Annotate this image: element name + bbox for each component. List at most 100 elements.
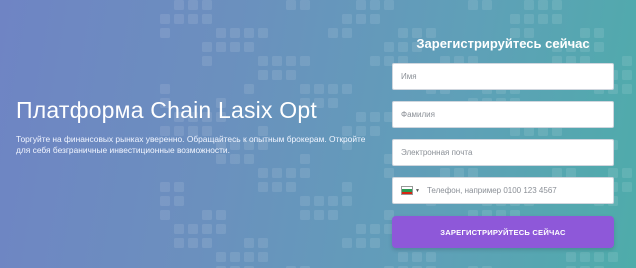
hero-section: Платформа Chain Lasix Opt Торгуйте на фи… <box>16 96 376 156</box>
background-grid-cell <box>398 252 408 262</box>
background-grid-cell <box>244 84 254 94</box>
background-grid-cell <box>174 196 184 206</box>
background-grid-cell <box>174 224 184 234</box>
background-grid-cell <box>370 238 380 248</box>
last-name-input[interactable] <box>401 110 605 119</box>
email-field-wrapper <box>392 139 614 166</box>
background-grid-cell <box>286 168 296 178</box>
first-name-field-wrapper <box>392 63 614 90</box>
background-grid-cell <box>426 252 436 262</box>
registration-form: Зарегистрируйтесь сейчас ▼ ЗАРЕГИСТРИРУЙ… <box>392 36 614 248</box>
chevron-down-icon: ▼ <box>415 187 420 194</box>
background-grid-cell <box>342 182 352 192</box>
background-grid-cell <box>216 224 226 234</box>
background-grid-cell <box>300 196 310 206</box>
background-grid-cell <box>244 42 254 52</box>
background-grid-cell <box>286 70 296 80</box>
background-grid-cell <box>286 56 296 66</box>
background-grid-cell <box>356 0 366 10</box>
background-grid-cell <box>230 252 240 262</box>
background-grid-cell <box>258 28 268 38</box>
background-grid-cell <box>202 224 212 234</box>
background-grid-cell <box>468 0 478 10</box>
background-grid-cell <box>286 182 296 192</box>
background-grid-cell <box>160 196 170 206</box>
background-grid-cell <box>552 0 562 10</box>
background-grid-cell <box>482 0 492 10</box>
background-grid-cell <box>328 210 338 220</box>
background-grid-cell <box>370 14 380 24</box>
country-selector[interactable]: ▼ <box>401 186 420 195</box>
background-grid-cell <box>160 182 170 192</box>
background-grid-cell <box>160 210 170 220</box>
background-grid-cell <box>314 210 324 220</box>
background-grid-cell <box>370 0 380 10</box>
background-grid-cell <box>272 168 282 178</box>
background-grid-cell <box>244 238 254 248</box>
background-grid-cell <box>160 84 170 94</box>
background-grid-cell <box>622 84 632 94</box>
background-grid-cell <box>622 182 632 192</box>
phone-input[interactable] <box>426 186 605 195</box>
bg-flag-icon <box>401 186 413 195</box>
background-grid-cell <box>174 182 184 192</box>
background-grid-cell <box>622 168 632 178</box>
hero-description: Торгуйте на финансовых рынках уверенно. … <box>16 134 366 155</box>
background-grid-cell <box>566 252 576 262</box>
background-grid-cell <box>202 42 212 52</box>
background-grid-cell <box>272 56 282 66</box>
background-grid-cell <box>216 28 226 38</box>
background-grid-cell <box>174 0 184 10</box>
background-grid-cell <box>552 14 562 24</box>
background-grid-cell <box>580 252 590 262</box>
background-grid-cell <box>314 196 324 206</box>
background-grid-cell <box>370 224 380 234</box>
email-input[interactable] <box>401 148 605 157</box>
background-grid-cell <box>622 70 632 80</box>
background-grid-cell <box>174 238 184 248</box>
background-grid-cell <box>412 252 422 262</box>
background-grid-cell <box>216 210 226 220</box>
background-grid-cell <box>342 14 352 24</box>
background-grid-cell <box>300 56 310 66</box>
background-grid-cell <box>356 224 366 234</box>
background-grid-cell <box>174 14 184 24</box>
background-grid-cell <box>608 252 618 262</box>
background-grid-cell <box>160 14 170 24</box>
background-grid-cell <box>342 196 352 206</box>
background-grid-cell <box>356 238 366 248</box>
background-grid-cell <box>258 168 268 178</box>
background-grid-cell <box>188 224 198 234</box>
background-grid-cell <box>230 28 240 38</box>
page-title: Платформа Chain Lasix Opt <box>16 97 317 123</box>
background-grid-cell <box>202 210 212 220</box>
background-grid-cell <box>188 14 198 24</box>
background-grid-cell <box>230 42 240 52</box>
background-grid-cell <box>216 252 226 262</box>
background-grid-cell <box>258 56 268 66</box>
phone-field-wrapper: ▼ <box>392 177 614 204</box>
background-grid-cell <box>300 84 310 94</box>
background-grid-cell <box>342 84 352 94</box>
background-grid-cell <box>524 0 534 10</box>
background-grid-cell <box>510 14 520 24</box>
background-grid-cell <box>258 238 268 248</box>
background-grid-cell <box>342 238 352 248</box>
first-name-input[interactable] <box>401 72 605 81</box>
background-grid-cell <box>538 0 548 10</box>
register-submit-button[interactable]: ЗАРЕГИСТРИРУЙТЕСЬ СЕЙЧАС <box>392 216 614 248</box>
background-grid-cell <box>622 56 632 66</box>
background-grid-cell <box>342 28 352 38</box>
background-grid-cell <box>524 14 534 24</box>
background-grid-cell <box>594 252 604 262</box>
background-grid-cell <box>272 70 282 80</box>
background-grid-cell <box>258 252 268 262</box>
background-grid-cell <box>300 168 310 178</box>
last-name-field-wrapper <box>392 101 614 128</box>
background-grid-cell <box>202 56 212 66</box>
background-grid-cell <box>202 0 212 10</box>
background-grid-cell <box>286 0 296 10</box>
background-grid-cell <box>202 14 212 24</box>
background-grid-cell <box>328 28 338 38</box>
background-grid-cell <box>272 182 282 192</box>
